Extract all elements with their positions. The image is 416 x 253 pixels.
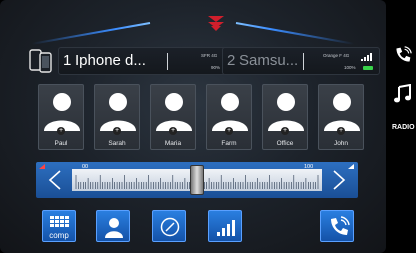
contact-name: John xyxy=(333,140,349,147)
keypad-icon xyxy=(50,216,69,227)
tuner-slider-handle[interactable] xyxy=(190,165,204,195)
contact-tile[interactable]: + Sarah xyxy=(94,84,140,150)
favorite-contacts: + Paul + Sarah + Maria + Farm + Office +… xyxy=(38,84,378,152)
battery-percent: 100% xyxy=(344,65,356,70)
text-cursor xyxy=(167,53,168,70)
chevron-left-icon[interactable] xyxy=(48,170,62,190)
person-avatar-icon xyxy=(44,93,80,131)
add-icon: + xyxy=(281,127,289,135)
brand-logo-icon xyxy=(208,16,224,31)
chevron-right-icon[interactable] xyxy=(332,170,346,190)
phone-name: Samsu... xyxy=(239,52,299,69)
phone-settings-button[interactable] xyxy=(320,210,354,242)
add-icon: + xyxy=(169,127,177,135)
contacts-button[interactable] xyxy=(96,210,130,242)
comp-button[interactable]: comp xyxy=(42,210,76,242)
bottom-toolbar: comp xyxy=(0,210,386,250)
header-accent-right xyxy=(235,22,355,45)
person-avatar-icon xyxy=(156,93,192,131)
contact-tile[interactable]: + Farm xyxy=(206,84,252,150)
phone-screen: 1 Iphone d... SFR 4G 90% 2 Samsu... Oran… xyxy=(0,0,386,253)
person-avatar-icon xyxy=(324,93,360,131)
text-cursor xyxy=(303,53,304,70)
phone-selector: 1 Iphone d... SFR 4G 90% 2 Samsu... Oran… xyxy=(26,46,382,76)
contact-name: Office xyxy=(276,140,294,147)
carrier-label: Orange F 4G xyxy=(323,53,350,58)
signal-weak-icon xyxy=(39,164,45,169)
contact-name: Farm xyxy=(221,140,237,147)
contact-name: Paul xyxy=(54,140,68,147)
header-bar xyxy=(0,0,386,45)
battery-icon xyxy=(363,66,373,70)
dual-phone-icon[interactable] xyxy=(28,49,54,73)
signal-bars-icon xyxy=(361,53,372,61)
add-icon: + xyxy=(113,127,121,135)
signal-strong-icon xyxy=(348,164,354,169)
add-icon: + xyxy=(57,127,65,135)
navigation-button[interactable] xyxy=(152,210,186,242)
add-icon: + xyxy=(225,127,233,135)
add-icon: + xyxy=(337,127,345,135)
battery-percent: 90% xyxy=(211,65,221,70)
music-note-icon[interactable] xyxy=(394,84,412,104)
carrier-label: SFR 4G xyxy=(201,53,218,58)
compass-icon xyxy=(160,217,180,237)
tuner-bar: 00 100 xyxy=(36,162,358,198)
phone-call-icon[interactable] xyxy=(394,46,412,64)
contact-name: Sarah xyxy=(108,140,126,147)
contact-tile[interactable]: + John xyxy=(318,84,364,150)
comp-label: comp xyxy=(49,231,69,240)
phone-settings-icon xyxy=(331,216,350,235)
contact-tile[interactable]: + Office xyxy=(262,84,308,150)
phone-slot-1[interactable]: 1 Iphone d... SFR 4G 90% xyxy=(58,47,244,75)
person-avatar-icon xyxy=(100,93,136,131)
side-menu: RADIO xyxy=(388,0,416,253)
person-avatar-icon xyxy=(212,93,248,131)
radio-label[interactable]: RADIO xyxy=(392,124,415,131)
person-icon xyxy=(105,218,123,238)
phone-slot-number: 1 xyxy=(63,52,72,69)
phone-slot-2[interactable]: 2 Samsu... Orange F 4G 100% xyxy=(222,47,380,75)
phone-name: Iphone d... xyxy=(75,52,146,69)
signal-button[interactable] xyxy=(208,210,242,242)
contact-tile[interactable]: + Maria xyxy=(150,84,196,150)
phone-slot-number: 2 xyxy=(227,52,236,69)
header-accent-left xyxy=(31,22,151,45)
person-avatar-icon xyxy=(268,93,304,131)
contact-name: Maria xyxy=(164,140,182,147)
contact-tile[interactable]: + Paul xyxy=(38,84,84,150)
signal-icon xyxy=(217,220,235,236)
